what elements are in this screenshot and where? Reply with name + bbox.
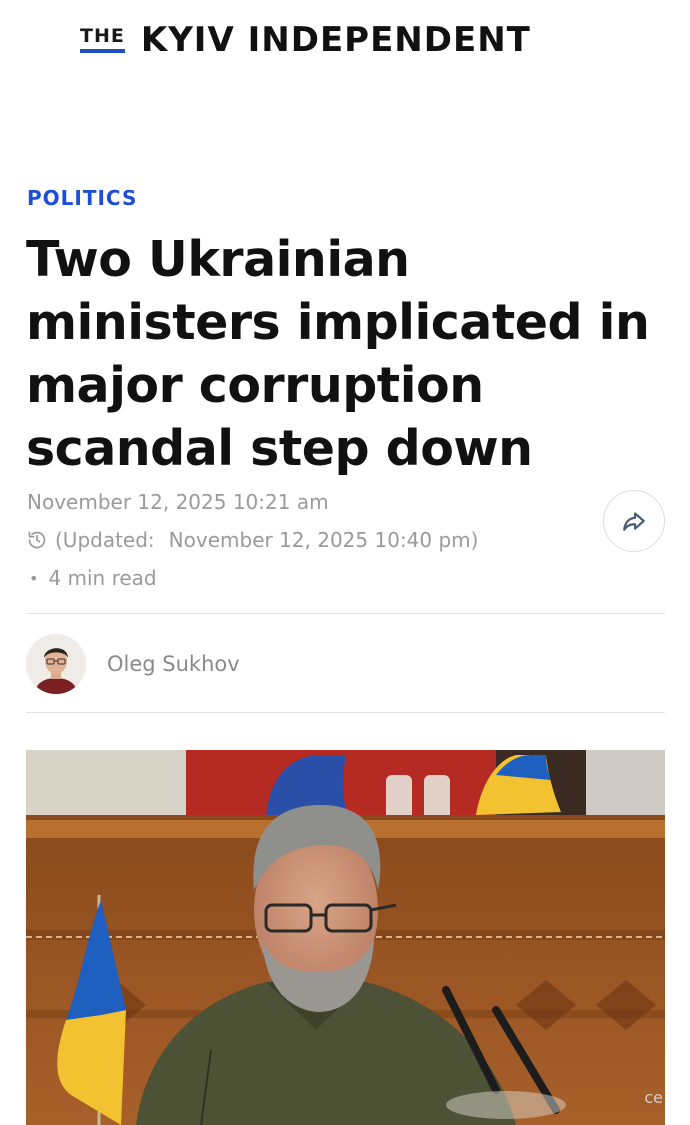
divider <box>26 613 665 614</box>
headline-line: scandal step down <box>26 420 533 477</box>
image-caption-fragment: ce <box>644 1088 663 1107</box>
hero-image: ce <box>26 750 665 1125</box>
logo-the: THE <box>80 25 125 53</box>
headline-line: major corruption <box>26 357 484 414</box>
updated-date: (Updated: November 12, 2025 10:40 pm) <box>27 528 478 552</box>
logo-underline <box>80 49 125 53</box>
history-clock-icon <box>28 531 46 549</box>
avatar[interactable] <box>26 634 86 694</box>
headline-line: ministers implicated in <box>26 294 650 351</box>
updated-value: November 12, 2025 10:40 pm) <box>168 528 479 552</box>
logo-wordmark: KYIV INDEPENDENT <box>140 20 531 60</box>
read-time-label: 4 min read <box>48 566 157 590</box>
divider <box>26 712 665 713</box>
headline-line: Two Ukrainian <box>26 231 410 288</box>
share-button[interactable] <box>603 490 665 552</box>
masthead: THE KYIV INDEPENDENT <box>0 0 690 80</box>
category-link[interactable]: POLITICS <box>27 186 137 210</box>
author-name[interactable]: Oleg Sukhov <box>107 652 240 676</box>
bullet-icon: • <box>29 568 39 588</box>
article-headline: Two Ukrainian ministers implicated in ma… <box>26 228 671 480</box>
site-logo[interactable]: THE KYIV INDEPENDENT <box>80 18 531 62</box>
hero-photo <box>26 750 665 1125</box>
updated-label: (Updated: <box>55 528 155 552</box>
publish-date: November 12, 2025 10:21 am <box>27 490 329 514</box>
read-time: • 4 min read <box>27 566 157 590</box>
share-arrow-icon <box>623 512 645 531</box>
